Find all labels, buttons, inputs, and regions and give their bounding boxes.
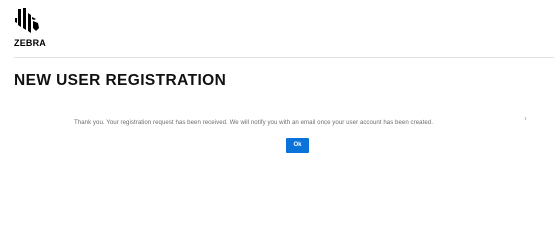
page-title: NEW USER REGISTRATION xyxy=(14,72,227,89)
zebra-head-logo-icon xyxy=(15,8,39,33)
zebra-logo[interactable]: ZEBRA xyxy=(14,7,54,51)
logo-text: ZEBRA xyxy=(14,38,46,48)
confirmation-message: Thank you. Your registration request has… xyxy=(74,119,433,126)
site-header: ZEBRA xyxy=(0,0,554,58)
scroll-indicator xyxy=(525,117,526,120)
header-divider xyxy=(14,57,554,58)
registration-confirmation-page: ZEBRA NEW USER REGISTRATION Thank you. Y… xyxy=(0,0,554,206)
ok-button[interactable]: Ok xyxy=(286,138,309,153)
